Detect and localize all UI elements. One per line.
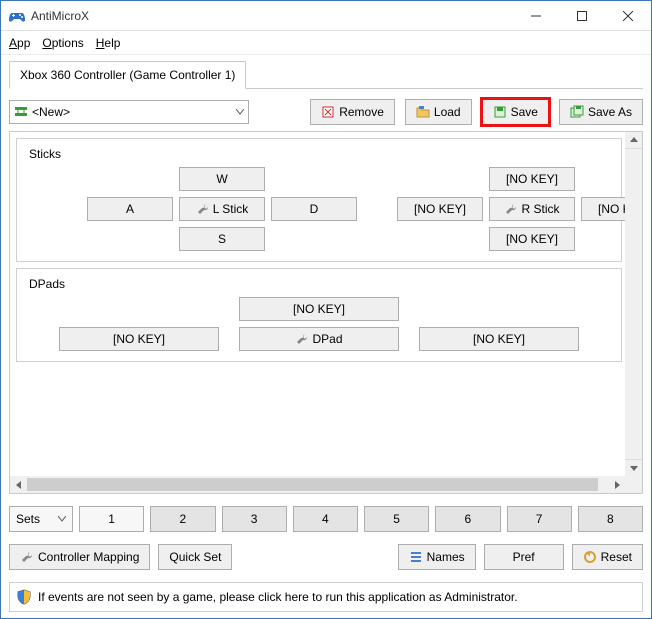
scroll-down-icon[interactable] — [625, 459, 642, 476]
menu-bar: App Options Help — [1, 31, 651, 55]
app-icon — [9, 8, 25, 24]
dpad-left[interactable]: [NO KEY] — [59, 327, 219, 351]
dpad-right[interactable]: [NO KEY] — [419, 327, 579, 351]
minimize-button[interactable] — [513, 1, 559, 31]
rstick-up[interactable]: [NO KEY] — [489, 167, 575, 191]
sticks-legend: Sticks — [27, 147, 63, 161]
controller-mapping-button[interactable]: Controller Mapping — [9, 544, 150, 570]
wrench-icon — [504, 202, 518, 216]
scrollbar-thumb[interactable] — [27, 478, 598, 491]
dpad-up[interactable]: [NO KEY] — [239, 297, 399, 321]
set-1[interactable]: 1 — [79, 506, 144, 532]
sets-dropdown[interactable]: Sets — [9, 506, 73, 532]
profile-select[interactable]: <New> — [9, 100, 249, 124]
dpad-center[interactable]: DPad — [239, 327, 399, 351]
title-bar: AntiMicroX — [1, 1, 651, 31]
lstick-left[interactable]: A — [87, 197, 173, 221]
shield-icon — [16, 589, 32, 605]
lstick-up[interactable]: W — [179, 167, 265, 191]
folder-open-icon — [416, 105, 430, 119]
close-button[interactable] — [605, 1, 651, 31]
wrench-icon — [196, 202, 210, 216]
profile-icon — [14, 105, 28, 119]
scroll-up-icon[interactable] — [625, 132, 642, 149]
sticks-fieldset: Sticks W A L Stick D S [NO KEY] — [16, 138, 622, 262]
set-2[interactable]: 2 — [150, 506, 215, 532]
reset-button[interactable]: Reset — [572, 544, 643, 570]
tab-row: Xbox 360 Controller (Game Controller 1) — [9, 61, 643, 89]
wrench-icon — [295, 332, 309, 346]
pref-button[interactable]: Pref — [484, 544, 564, 570]
names-button[interactable]: Names — [398, 544, 476, 570]
menu-app[interactable]: App — [9, 36, 30, 50]
lstick-down[interactable]: S — [179, 227, 265, 251]
set-3[interactable]: 3 — [222, 506, 287, 532]
maximize-button[interactable] — [559, 1, 605, 31]
set-5[interactable]: 5 — [364, 506, 429, 532]
save-button[interactable]: Save — [482, 99, 549, 125]
vertical-scrollbar[interactable] — [625, 132, 642, 476]
bottom-toolbar: Controller Mapping Quick Set Names Pref … — [9, 544, 643, 570]
profile-toolbar: <New> Remove Load Save Save As — [9, 99, 643, 125]
set-6[interactable]: 6 — [435, 506, 500, 532]
admin-notice[interactable]: If events are not seen by a game, please… — [9, 582, 643, 612]
rstick-center[interactable]: R Stick — [489, 197, 575, 221]
lstick-center[interactable]: L Stick — [179, 197, 265, 221]
reset-icon — [583, 550, 597, 564]
scroll-left-icon[interactable] — [10, 476, 27, 493]
dpads-fieldset: DPads [NO KEY] [NO KEY] DPad [NO KEY] — [16, 268, 622, 362]
remove-button[interactable]: Remove — [310, 99, 395, 125]
mapping-scroll-area: Sticks W A L Stick D S [NO KEY] — [9, 131, 643, 494]
wrench-icon — [20, 550, 34, 564]
quick-set-button[interactable]: Quick Set — [158, 544, 232, 570]
rstick-left[interactable]: [NO KEY] — [397, 197, 483, 221]
set-8[interactable]: 8 — [578, 506, 643, 532]
chevron-down-icon — [58, 516, 66, 522]
window-title: AntiMicroX — [31, 9, 89, 23]
horizontal-scrollbar[interactable] — [10, 476, 625, 493]
profile-selected: <New> — [32, 105, 70, 119]
content-area: Xbox 360 Controller (Game Controller 1) … — [1, 55, 651, 618]
remove-icon — [321, 105, 335, 119]
lstick-right[interactable]: D — [271, 197, 357, 221]
load-button[interactable]: Load — [405, 99, 472, 125]
scroll-right-icon[interactable] — [608, 476, 625, 493]
controller-tab[interactable]: Xbox 360 Controller (Game Controller 1) — [9, 61, 246, 89]
menu-help[interactable]: Help — [96, 36, 121, 50]
scroll-corner — [625, 476, 642, 493]
list-icon — [409, 550, 423, 564]
dpads-legend: DPads — [27, 277, 67, 291]
save-as-icon — [570, 105, 584, 119]
save-icon — [493, 105, 507, 119]
rstick-down[interactable]: [NO KEY] — [489, 227, 575, 251]
set-4[interactable]: 4 — [293, 506, 358, 532]
save-as-button[interactable]: Save As — [559, 99, 643, 125]
sets-row: Sets 1 2 3 4 5 6 7 8 — [9, 506, 643, 532]
menu-options[interactable]: Options — [42, 36, 83, 50]
chevron-down-icon — [236, 109, 244, 115]
admin-notice-text: If events are not seen by a game, please… — [38, 590, 518, 604]
set-7[interactable]: 7 — [507, 506, 572, 532]
